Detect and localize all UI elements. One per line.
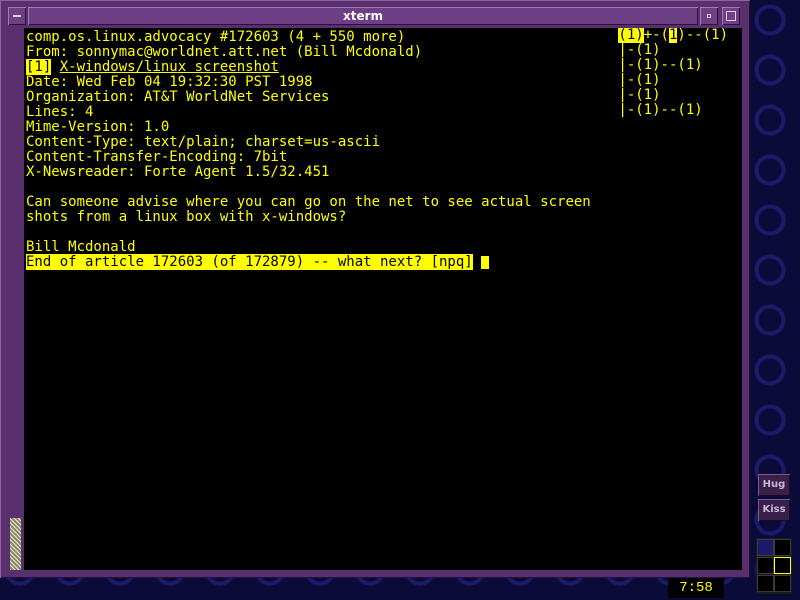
- prompt-text: End of article 172603 (of 172879) -- wha…: [26, 254, 473, 270]
- thread-tree-line: |-(1): [618, 42, 661, 58]
- clock: 7:58: [668, 578, 724, 598]
- organization-line: Organization: AT&T WorldNet Services: [26, 89, 330, 105]
- signature-line: Bill Mcdonald: [26, 239, 136, 255]
- hug-button[interactable]: Hug: [758, 474, 790, 496]
- thread-tree-line: |-(1)--(1): [618, 57, 703, 73]
- thread-current-node: (1): [618, 28, 644, 43]
- pager-desk[interactable]: [757, 575, 774, 592]
- command-prompt[interactable]: End of article 172603 (of 172879) -- wha…: [26, 254, 490, 270]
- thread-tree-line: |-(1): [618, 87, 661, 103]
- subject-text: X-windows/linux screenshot: [59, 59, 279, 75]
- pager-desk[interactable]: [757, 557, 774, 574]
- date-line: Date: Wed Feb 04 19:32:30 PST 1998: [26, 74, 313, 90]
- terminal-area[interactable]: comp.os.linux.advocacy #172603 (4 + 550 …: [24, 28, 742, 570]
- body-line-1: Can someone advise where you can go on t…: [26, 194, 591, 210]
- thread-tree: (1)+-(1)--(1) |-(1) |-(1)--(1) |-(1) |-(…: [618, 28, 728, 118]
- desktop-background: xterm comp.os.linux.advocacy #172603 (4 …: [0, 0, 800, 600]
- window-title: xterm: [28, 7, 698, 25]
- window-menu-button[interactable]: [8, 7, 26, 25]
- from-line: From: sonnymac@worldnet.att.net (Bill Mc…: [26, 44, 423, 60]
- newsreader-line: X-Newsreader: Forte Agent 1.5/32.451: [26, 164, 330, 180]
- thread-tree-line: |-(1): [618, 72, 661, 88]
- pager-desk[interactable]: [774, 575, 791, 592]
- pager-desk[interactable]: [774, 539, 791, 556]
- content-encoding-line: Content-Transfer-Encoding: 7bit: [26, 149, 288, 165]
- subject-line: [1] X-windows/linux screenshot: [26, 59, 279, 75]
- text-cursor: [481, 255, 490, 269]
- maximize-button[interactable]: [722, 7, 740, 25]
- scrollbar-thumb[interactable]: [10, 518, 21, 570]
- subject-index: [1]: [26, 59, 52, 75]
- pager-desk[interactable]: [774, 557, 791, 574]
- kiss-button[interactable]: Kiss: [758, 499, 790, 521]
- content-type-line: Content-Type: text/plain; charset=us-asc…: [26, 134, 381, 150]
- lines-line: Lines: 4: [26, 104, 94, 120]
- body-line-2: shots from a linux box with x-windows?: [26, 209, 347, 225]
- maximize-icon: [726, 11, 736, 21]
- thread-tree-line: |-(1)--(1): [618, 102, 703, 118]
- menu-bar-icon: [13, 15, 21, 17]
- thread-tree-line: (1)+-(1)--(1): [618, 28, 728, 43]
- xterm-window: xterm comp.os.linux.advocacy #172603 (4 …: [0, 0, 750, 578]
- desktop-pager[interactable]: [756, 538, 792, 594]
- title-bar[interactable]: xterm: [8, 7, 742, 27]
- newsgroup-header: comp.os.linux.advocacy #172603 (4 + 550 …: [26, 29, 406, 45]
- mime-version-line: Mime-Version: 1.0: [26, 119, 170, 135]
- minimize-button[interactable]: [700, 7, 718, 25]
- thread-tree-connector: )--(1): [677, 28, 728, 43]
- thread-tree-connector: +-(: [643, 28, 669, 43]
- pager-desk[interactable]: [757, 539, 774, 556]
- minimize-icon: [707, 14, 711, 18]
